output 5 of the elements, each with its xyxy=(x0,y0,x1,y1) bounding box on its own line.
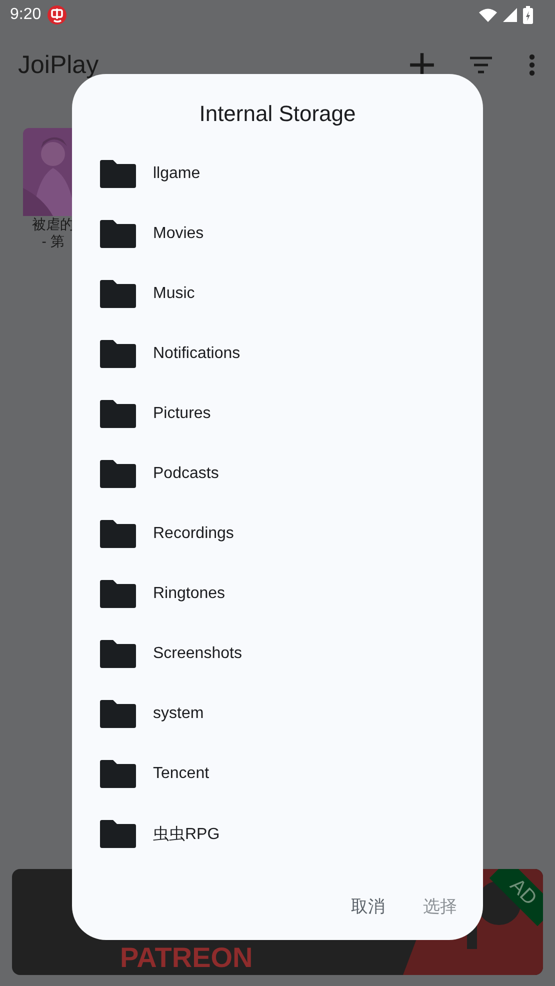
status-time: 9:20 xyxy=(10,6,42,24)
app-title: JoiPlay xyxy=(18,50,99,80)
game-title: - 第 xyxy=(42,233,64,250)
ad-text: PATREON xyxy=(120,943,253,973)
dialog-title: Internal Storage xyxy=(198,101,357,128)
